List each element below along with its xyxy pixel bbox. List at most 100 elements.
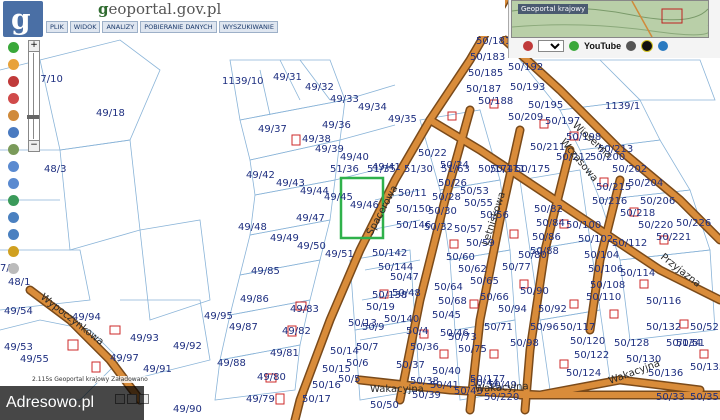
parcel-label[interactable]: 50/96 xyxy=(530,322,559,333)
parcel-label[interactable]: 50/104 xyxy=(584,250,619,261)
parcel-label[interactable]: 49/33 xyxy=(330,94,359,105)
parcel-label[interactable]: 50/35 xyxy=(690,392,719,403)
zoom-slider[interactable]: + − xyxy=(27,40,40,152)
parcel-label[interactable]: 50/68 xyxy=(438,296,467,307)
parcel-label[interactable]: 50/185 xyxy=(468,68,503,79)
parcel-label[interactable]: 50/46 xyxy=(440,328,469,339)
parcel-label[interactable]: 50/181 xyxy=(476,36,511,47)
zoom-out-button[interactable]: − xyxy=(28,140,40,152)
parcel-label[interactable]: 50/183 xyxy=(470,52,505,63)
parcel-label[interactable]: 50/11 xyxy=(398,188,427,199)
draw-icon[interactable] xyxy=(8,110,19,121)
parcel-label[interactable]: 49/95 xyxy=(204,311,233,322)
accessibility-icon[interactable] xyxy=(626,41,637,51)
parcel-label[interactable]: 51/30 xyxy=(404,164,433,175)
cadastral-map[interactable]: 47/1049/1848/31139/10 49/3149/3249/3349/3… xyxy=(0,0,720,420)
parcel-label[interactable]: 49/79 xyxy=(246,394,275,405)
parcel-label[interactable]: 50/33 xyxy=(656,392,685,403)
parcel-label[interactable]: 49/82 xyxy=(282,326,311,337)
parcel-label[interactable]: 49/83 xyxy=(290,304,319,315)
parcel-label[interactable]: 49/49 xyxy=(270,233,299,244)
parcel-label[interactable]: 50/209 xyxy=(508,112,543,123)
help-icon[interactable] xyxy=(569,41,579,51)
parcel-label[interactable]: 50/88 xyxy=(530,246,559,257)
parcel-label[interactable]: 50/174 xyxy=(478,164,513,175)
parcel-label[interactable]: 50/94 xyxy=(498,304,527,315)
parcel-label[interactable]: 50/150 xyxy=(396,204,431,215)
parcel-label[interactable]: 49/97 xyxy=(110,353,139,364)
parcel-label[interactable]: 50/28 xyxy=(432,192,461,203)
parcel-label[interactable]: 49/85 xyxy=(251,266,280,277)
parcel-label[interactable]: 50/122 xyxy=(574,350,609,361)
parcel-label[interactable]: 50/7 xyxy=(356,342,378,353)
parcel-label[interactable]: 50/187 xyxy=(466,84,501,95)
parcel-label[interactable]: 50/62 xyxy=(458,264,487,275)
parcel-label[interactable]: 49/81 xyxy=(270,348,299,359)
parcel-label[interactable]: 50/40 xyxy=(432,366,461,377)
parcel-label[interactable]: 50/82 xyxy=(534,204,563,215)
parcel-label[interactable]: 49/46 xyxy=(350,200,379,211)
parcel-label[interactable]: 50/175 xyxy=(515,164,550,175)
parcel-label[interactable]: 49/18 xyxy=(96,108,125,119)
parcel-label[interactable]: 50/75 xyxy=(458,344,487,355)
parcel-label[interactable]: 50/188 xyxy=(478,96,513,107)
overview-map[interactable]: Geoportal krajowy xyxy=(511,0,709,38)
parcel-label[interactable]: 50/124 xyxy=(566,368,601,379)
info-icon[interactable] xyxy=(8,42,19,53)
parcel-label[interactable]: 51/35 xyxy=(367,164,396,175)
parcel-label[interactable]: 50/192 xyxy=(508,62,543,73)
area-icon[interactable] xyxy=(8,144,19,155)
forward-arrow-icon[interactable] xyxy=(8,229,19,240)
zoom-out-icon[interactable] xyxy=(8,178,19,189)
select-icon[interactable] xyxy=(8,76,19,87)
parcel-label[interactable]: 49/80 xyxy=(257,372,286,383)
parcel-label[interactable]: 50/17 xyxy=(302,394,331,405)
parcel-label[interactable]: 50/36 xyxy=(410,342,439,353)
geoportal-logo[interactable]: g xyxy=(3,1,43,37)
zoom-in-button[interactable]: + xyxy=(28,40,40,52)
parcel-label[interactable]: 50/117 xyxy=(560,322,595,333)
parcel-label[interactable]: 50/55 xyxy=(464,198,493,209)
parcel-label[interactable]: 50/110 xyxy=(586,292,621,303)
warning-icon[interactable] xyxy=(523,41,533,51)
parcel-label[interactable]: 50/215 xyxy=(596,182,631,193)
parcel-label[interactable]: 50/102 xyxy=(578,234,613,245)
zoom-in-icon[interactable] xyxy=(8,161,19,172)
parcel-label[interactable]: 50/22 xyxy=(418,148,447,159)
parcel-label[interactable]: 49/37 xyxy=(258,124,287,135)
parcel-label[interactable]: 50/66 xyxy=(480,292,509,303)
parcel-label[interactable]: 49/92 xyxy=(173,341,202,352)
parcel-label[interactable]: 50/206 xyxy=(640,196,675,207)
parcel-label[interactable]: 50/114 xyxy=(620,268,655,279)
parcel-label[interactable]: 49/45 xyxy=(324,192,353,203)
contrast-icon[interactable] xyxy=(641,40,654,52)
parcel-label[interactable]: 50/98 xyxy=(510,338,539,349)
parcel-label[interactable]: 50/60 xyxy=(446,252,475,263)
parcel-label[interactable]: 50/146 xyxy=(396,220,431,231)
parcel-label[interactable]: 50/193 xyxy=(510,82,545,93)
youtube-link[interactable]: YouTube xyxy=(584,41,621,51)
parcel-label[interactable]: 49/55 xyxy=(20,354,49,365)
parcel-label[interactable]: 49/47 xyxy=(296,213,325,224)
menu-item-analizy[interactable]: ANALIZY xyxy=(102,21,139,33)
parcel-label[interactable]: 50/128 xyxy=(614,338,649,349)
parcel-label[interactable]: 50/135 xyxy=(690,362,720,373)
print-icon[interactable] xyxy=(8,93,19,104)
parcel-label[interactable]: 50/37 xyxy=(396,360,425,371)
parcel-label[interactable]: 50/90 xyxy=(520,286,549,297)
parcel-label[interactable]: 50/19 xyxy=(366,302,395,313)
parcel-label[interactable]: 50/218 xyxy=(620,208,655,219)
parcel-label[interactable]: 50/51 xyxy=(676,338,705,349)
globe-icon[interactable] xyxy=(8,195,19,206)
parcel-label[interactable]: 50/106 xyxy=(588,264,623,275)
parcel-label[interactable]: 50/132 xyxy=(646,322,681,333)
parcel-label[interactable]: 49/35 xyxy=(388,114,417,125)
parcel-label[interactable]: 50/226 xyxy=(676,218,711,229)
parcel-label[interactable]: 49/53 xyxy=(4,342,33,353)
parcel-label[interactable]: 49/54 xyxy=(4,306,33,317)
language-select[interactable]: pol xyxy=(538,40,564,52)
parcel-label[interactable]: 49/91 xyxy=(143,364,172,375)
parcel-label[interactable]: 50/71 xyxy=(484,322,513,333)
back-arrow-icon[interactable] xyxy=(8,212,19,223)
parcel-label[interactable]: 49/90 xyxy=(173,404,202,415)
